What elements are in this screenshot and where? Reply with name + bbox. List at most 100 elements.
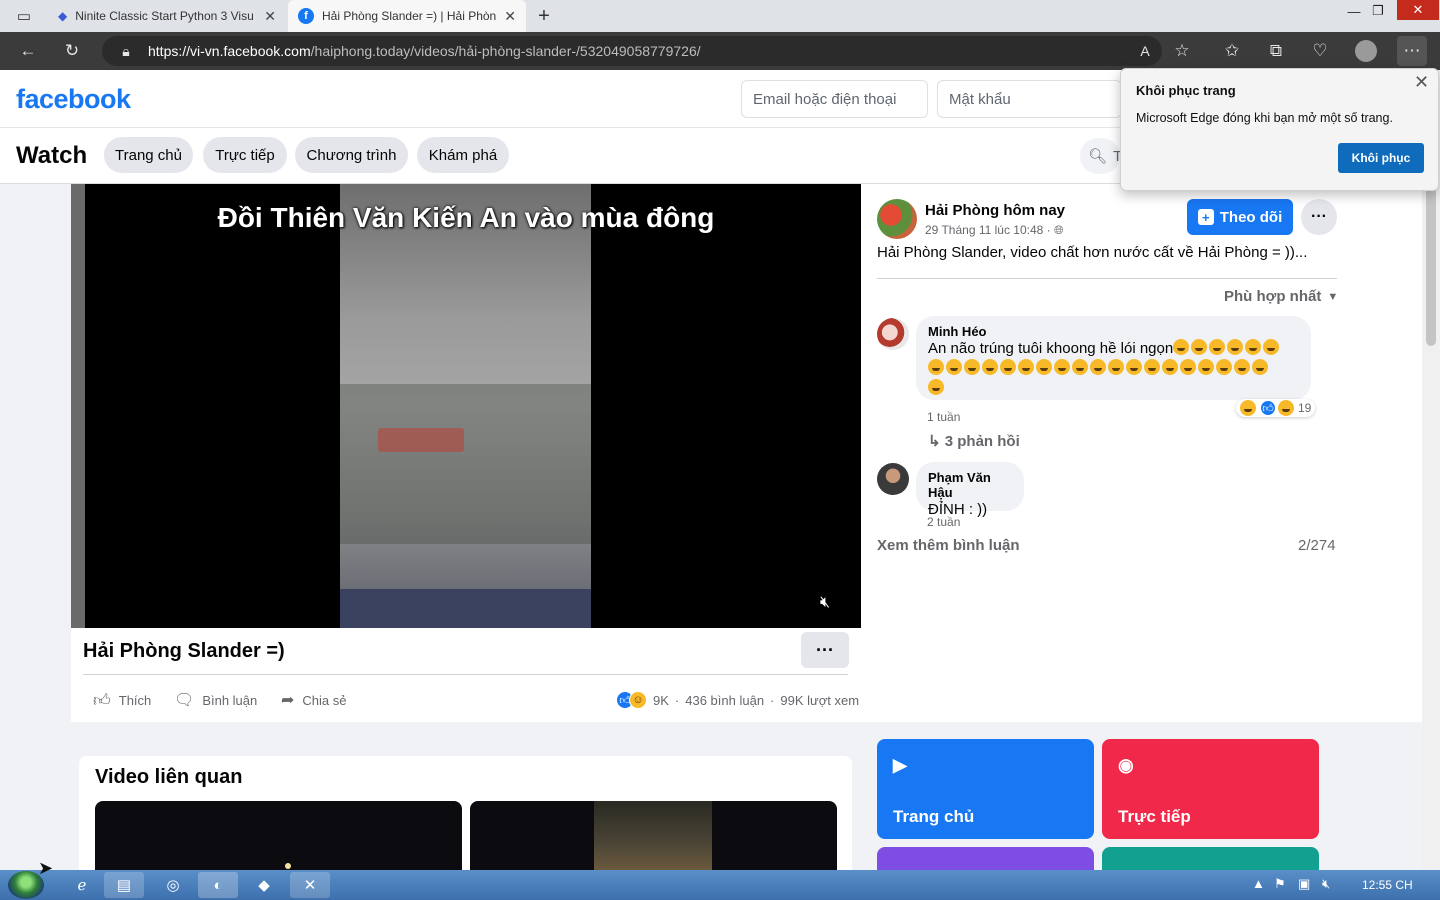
crying-face-emoji-icon [1191, 339, 1208, 355]
tab-actions-icon[interactable]: ▭ [10, 3, 38, 29]
favorite-add-icon[interactable]: ☆ [1168, 38, 1196, 64]
tile-watch-home[interactable]: ▶ Trang chủ [877, 739, 1094, 839]
facebook-logo[interactable]: facebook [16, 84, 131, 115]
file-explorer-icon[interactable]: ▤ [104, 872, 144, 898]
taskbar-clock[interactable]: 12:55 CH [1362, 878, 1413, 892]
video-title: Hải Phòng Slander =) [83, 640, 285, 662]
close-tab-icon[interactable]: ✕ [504, 8, 516, 25]
tab-facebook[interactable]: f Hải Phòng Slander =) | Hải Phòn ✕ [288, 0, 526, 32]
python-installer-icon[interactable]: ◆ [244, 872, 284, 898]
restore-icon[interactable]: ❐ [1360, 0, 1396, 22]
divider [877, 278, 1337, 279]
new-tab-icon[interactable]: + [530, 3, 558, 29]
crying-face-emoji-icon [946, 359, 962, 375]
crying-face-emoji-icon [928, 379, 944, 395]
watch-search-input[interactable]: 🔍︎ T [1080, 138, 1122, 174]
crying-face-emoji-icon [1108, 359, 1124, 375]
sad-reaction-icon [1278, 400, 1294, 416]
video-edge [71, 184, 85, 628]
watch-tab-live[interactable]: Trực tiếp [203, 137, 287, 173]
like-button[interactable]: 👍︎ Thích [93, 690, 151, 711]
comment-text: An não trúng tuôi khoong hề lói ngọn [928, 339, 1299, 399]
comment-text-content: An não trúng tuôi khoong hề lói ngọn [928, 340, 1174, 357]
email-field[interactable]: Email hoặc điện thoại [741, 80, 928, 118]
collections-icon[interactable]: ⧉ [1262, 38, 1290, 64]
crying-face-emoji-icon [928, 359, 944, 375]
chrome-icon[interactable]: ◎ [153, 872, 193, 898]
close-window-icon[interactable]: ✕ [1397, 0, 1439, 20]
view-replies-link[interactable]: ↳ 3 phản hồi [928, 432, 1020, 450]
page-name[interactable]: Hải Phòng hôm nay [925, 202, 1065, 219]
browser-essentials-icon[interactable]: ♡ [1306, 38, 1334, 64]
lock-icon[interactable]: 🔒︎ [112, 38, 140, 64]
favorites-icon[interactable]: ✩ [1218, 38, 1246, 64]
video-frame[interactable] [340, 184, 591, 628]
share-button[interactable]: ➦ Chia sẻ [281, 690, 346, 710]
post-more-button[interactable]: ··· [1301, 199, 1337, 235]
close-icon[interactable]: ✕ [1414, 72, 1429, 93]
restore-button[interactable]: Khôi phục [1338, 143, 1424, 173]
tab-ninite[interactable]: ◆ Ninite Classic Start Python 3 Visu ✕ [48, 0, 286, 32]
follow-button[interactable]: + Theo dõi [1187, 199, 1293, 235]
internet-explorer-icon[interactable]: ℯ [62, 872, 102, 898]
volume-muted-icon[interactable]: 🔇︎ [1322, 876, 1330, 892]
watch-tab-home[interactable]: Trang chủ [104, 137, 193, 173]
comments-count[interactable]: 436 bình luận [685, 693, 764, 708]
crying-face-emoji-icon [1209, 339, 1226, 355]
comment-time[interactable]: 1 tuần [927, 410, 960, 424]
post-date-text: 29 Tháng 11 lúc 10:48 · [925, 223, 1051, 237]
profile-avatar[interactable] [1355, 40, 1377, 62]
watch-tab-shows[interactable]: Chương trình [295, 137, 408, 173]
read-aloud-icon[interactable]: A [1131, 38, 1159, 64]
settings-more-icon[interactable]: ⋯ [1397, 36, 1427, 66]
watch-tab-explore[interactable]: Khám phá [417, 137, 509, 173]
related-video-thumbnail[interactable] [95, 801, 462, 870]
url-host: https://vi-vn.facebook.com [148, 43, 311, 59]
crying-face-emoji-icon [1263, 339, 1280, 355]
like-reaction-icon: 👍︎ [1260, 400, 1276, 416]
video-caption: Đồi Thiên Văn Kiến An vào mùa đông [217, 202, 715, 233]
tile-shows[interactable] [877, 847, 1094, 870]
back-icon[interactable]: ← [14, 38, 42, 64]
share-icon: ➦ [281, 692, 295, 709]
password-field[interactable]: Mật khẩu [937, 80, 1122, 118]
comment-button[interactable]: 🗨︎ Bình luận [174, 690, 257, 710]
crying-face-emoji-icon [1054, 359, 1070, 375]
refresh-icon[interactable]: ↻ [58, 38, 86, 64]
comment-time[interactable]: 2 tuần [927, 515, 960, 529]
address-bar[interactable]: https://vi-vn.facebook.com/haiphong.toda… [102, 36, 1162, 66]
commenter-avatar[interactable] [877, 318, 909, 350]
replies-label: 3 phản hồi [944, 433, 1020, 450]
page-avatar[interactable] [877, 199, 917, 239]
thumbs-up-icon: 👍︎ [93, 691, 111, 710]
tile-explore[interactable] [1102, 847, 1319, 870]
edge-icon[interactable]: ◐ [198, 872, 238, 898]
comment-author[interactable]: Phạm Văn Hậu [928, 470, 1012, 500]
tile-label: Trực tiếp [1118, 807, 1191, 826]
see-more-comments-link[interactable]: Xem thêm bình luận [877, 537, 1020, 554]
crying-face-emoji-icon [1173, 339, 1190, 355]
tab-title: Ninite Classic Start Python 3 Visu [75, 9, 254, 23]
commenter-avatar[interactable] [877, 463, 909, 495]
popup-title: Khôi phục trang [1136, 83, 1236, 98]
comment-reactions[interactable]: 👍︎ 19 [1236, 399, 1316, 417]
vscode-icon[interactable]: ✕ [290, 872, 330, 898]
tile-watch-live[interactable]: ◉ Trực tiếp [1102, 739, 1319, 839]
like-label: Thích [118, 693, 152, 708]
related-video-thumbnail[interactable] [470, 801, 837, 870]
crying-face-emoji-icon [1036, 359, 1052, 375]
crying-face-emoji-icon [964, 359, 980, 375]
share-label: Chia sẻ [302, 692, 347, 708]
video-more-button[interactable]: ··· [801, 632, 849, 668]
tray-overflow-icon[interactable]: ▲ [1252, 876, 1265, 891]
reaction-count[interactable]: 9K [653, 693, 669, 708]
views-count: 99K lượt xem [780, 692, 860, 708]
crying-face-emoji-icon [1126, 359, 1142, 375]
comment-author[interactable]: Minh Héo [928, 324, 1299, 339]
network-icon[interactable]: ▣ [1298, 876, 1310, 892]
action-center-flag-icon[interactable]: ⚑ [1274, 876, 1286, 892]
post-date[interactable]: 29 Tháng 11 lúc 10:48 · 🌐︎ [925, 223, 1064, 238]
comment-sort-dropdown[interactable]: Phù hợp nhất ▼ [1224, 288, 1338, 305]
mute-icon[interactable]: 🔇︎ [820, 594, 830, 612]
close-tab-icon[interactable]: ✕ [264, 8, 276, 25]
